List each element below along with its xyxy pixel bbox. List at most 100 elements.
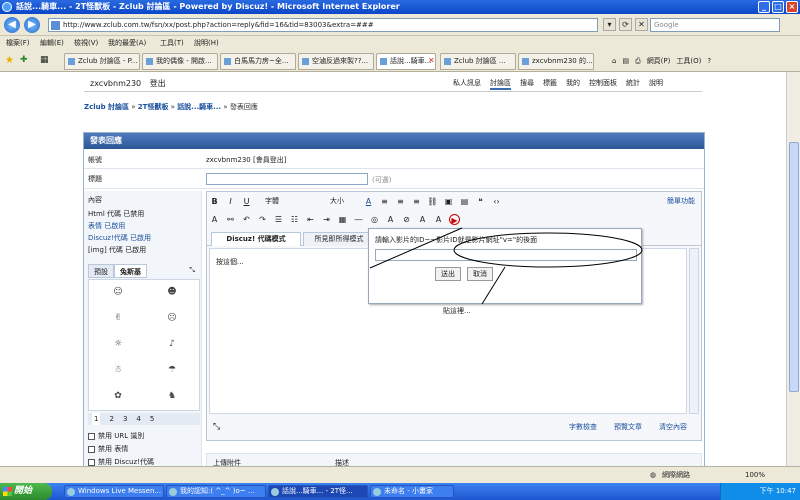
smiley-icon[interactable]: ♞ [165, 390, 179, 403]
back-icon[interactable]: ◀ [4, 17, 20, 33]
page-link[interactable]: 1 [92, 413, 101, 425]
indent-icon[interactable]: ⇥ [321, 214, 332, 225]
hr-icon[interactable]: ― [353, 214, 364, 225]
feeds-icon[interactable]: ▤ [622, 54, 629, 68]
menu-tools[interactable]: 工具(T) [160, 36, 184, 50]
tab-tusiji[interactable]: 兔斯基 [114, 264, 147, 278]
nav-panel[interactable]: 控制面板 [589, 78, 617, 90]
tools-menu[interactable]: 工具(O) [676, 54, 701, 68]
smiley-icon[interactable]: ☹ [165, 312, 179, 325]
media-icon[interactable]: ▤ [459, 196, 470, 207]
menu-help[interactable]: 說明(H) [194, 36, 219, 50]
page-menu[interactable]: 網頁(P) [647, 54, 671, 68]
subscript-icon[interactable]: A [433, 214, 444, 225]
logout-link[interactable]: 登出 [150, 79, 166, 88]
nav-stats[interactable]: 統計 [626, 78, 640, 90]
nav-search[interactable]: 搜尋 [520, 78, 534, 90]
browser-tab[interactable]: zxcvbnm230 的... [518, 53, 594, 70]
link-icon[interactable]: ⛓ [427, 196, 438, 207]
align-left-icon[interactable]: ≡ [379, 196, 390, 207]
tab-discuz-code[interactable]: Discuz! 代碼模式 [211, 232, 301, 246]
browser-tab[interactable]: Zclub 討論區 - P... [64, 53, 140, 70]
menu-file[interactable]: 檔案(F) [6, 36, 30, 50]
crumb-thread[interactable]: 話說...騎車... [177, 103, 221, 111]
checkbox-box[interactable] [88, 445, 95, 453]
ordered-list-icon[interactable]: ☰ [273, 214, 284, 225]
image-icon[interactable]: ▣ [443, 196, 454, 207]
browser-tab[interactable]: Zclub 討論區 ... [440, 53, 516, 70]
home-icon[interactable]: ⌂ [612, 54, 616, 68]
smiley-icon[interactable]: ☻ [165, 286, 179, 299]
nav-help[interactable]: 說明 [649, 78, 663, 90]
smiley-icon[interactable]: ☂ [165, 364, 179, 377]
easy-mode-link[interactable]: 簡單功能 [667, 196, 695, 206]
code-icon[interactable]: ‹› [491, 196, 502, 207]
clear-content-link[interactable]: 清空內容 [659, 418, 687, 436]
refresh-icon[interactable]: ⟳ [619, 18, 632, 31]
nav-tags[interactable]: 標籤 [543, 78, 557, 90]
page-link[interactable]: 2 [109, 413, 113, 425]
taskbar-item[interactable]: 未命名 - 小畫家 [370, 485, 454, 498]
align-center-icon[interactable]: ≡ [395, 196, 406, 207]
address-input[interactable]: http://www.zclub.com.tw/fsn/xx/post.php?… [48, 18, 598, 32]
close-tab-icon[interactable]: ✕ [428, 56, 435, 65]
browser-tab-active[interactable]: 話說...騎車... [376, 53, 436, 70]
menu-view[interactable]: 檢視(V) [74, 36, 98, 50]
browser-tab[interactable]: 我的偶像 - 開啟... [142, 53, 218, 70]
browser-tab[interactable]: 空滷反過來製??... [298, 53, 374, 70]
superscript-icon[interactable]: A [417, 214, 428, 225]
dropdown-icon[interactable]: ▾ [603, 18, 616, 31]
quote-icon[interactable]: ❝ [475, 196, 486, 207]
expand-icon[interactable]: ⤡ [184, 264, 200, 278]
user-name[interactable]: zxcvbnm230 [90, 79, 141, 88]
stop-icon[interactable]: ✕ [635, 18, 648, 31]
account-value[interactable]: zxcvbnm230 [會員登出] [206, 155, 286, 165]
flash-icon[interactable]: ◎ [369, 214, 380, 225]
check-length-link[interactable]: 字數檢查 [569, 418, 597, 436]
checkbox-box[interactable] [88, 458, 95, 466]
editor-scrollbar[interactable] [689, 248, 699, 414]
undo-icon[interactable]: ↶ [241, 214, 252, 225]
help-icon[interactable]: ? [707, 54, 711, 68]
upload-label[interactable]: 上傳附件 [213, 458, 241, 466]
favorites-star-icon[interactable]: ★ [5, 55, 14, 66]
disable-discuz-checkbox[interactable]: 禁用 Discuz!代碼 [88, 457, 154, 466]
italic-icon[interactable]: I [225, 196, 236, 207]
checkbox-box[interactable] [88, 432, 95, 440]
nav-my[interactable]: 我的 [566, 78, 580, 90]
clock[interactable]: 下午 10:47 [760, 487, 796, 495]
page-scrollbar[interactable] [786, 72, 800, 466]
taskbar-item-active[interactable]: 話說...騎車... - 2T怪... [268, 485, 368, 498]
smiley-icon[interactable]: ☼ [111, 338, 125, 351]
page-link[interactable]: 3 [123, 413, 127, 425]
menu-favorites[interactable]: 我的最愛(A) [108, 36, 146, 50]
cancel-button[interactable]: 取消 [467, 267, 493, 281]
forward-icon[interactable]: ▶ [24, 17, 40, 33]
smiley-icon[interactable]: ✌ [111, 312, 125, 325]
youtube-icon[interactable]: ▶ [449, 213, 460, 225]
print-icon[interactable]: ⎙ [635, 54, 641, 68]
resize-icon[interactable]: ⤡ [213, 418, 220, 436]
send-button[interactable]: 送出 [435, 267, 461, 281]
video-id-input[interactable] [375, 249, 637, 261]
strike-icon[interactable]: ⊘ [401, 214, 412, 225]
add-favorites-icon[interactable]: ✚ [20, 55, 28, 65]
font-select[interactable]: 字體 [265, 194, 325, 208]
crumb-home[interactable]: Zclub 討論區 [84, 103, 129, 111]
preview-link[interactable]: 預覽文章 [614, 418, 642, 436]
zoom-level[interactable]: 100% [745, 467, 765, 483]
smiley-icon[interactable]: ♪ [165, 338, 179, 351]
rule-discuz[interactable]: Discuz!代碼 已啟用 [88, 233, 151, 243]
font-color-icon[interactable]: A [363, 196, 374, 207]
disable-smilies-checkbox[interactable]: 禁用 表情 [88, 444, 128, 454]
tab-wysiwyg[interactable]: 所見即所得模式 [303, 232, 375, 246]
align-right-icon[interactable]: ≡ [411, 196, 422, 207]
smiley-icon[interactable]: ☺ [111, 286, 125, 299]
unordered-list-icon[interactable]: ☷ [289, 214, 300, 225]
underline-icon[interactable]: U [241, 196, 252, 207]
maximize-button[interactable]: □ [772, 1, 784, 13]
browser-tab[interactable]: 白馬馬力房~全... [220, 53, 296, 70]
unlink-icon[interactable]: ⚯ [225, 214, 236, 225]
taskbar-item[interactable]: 我的認知:( ^_^ )o~ ... [166, 485, 266, 498]
bold-icon[interactable]: B [209, 196, 220, 207]
